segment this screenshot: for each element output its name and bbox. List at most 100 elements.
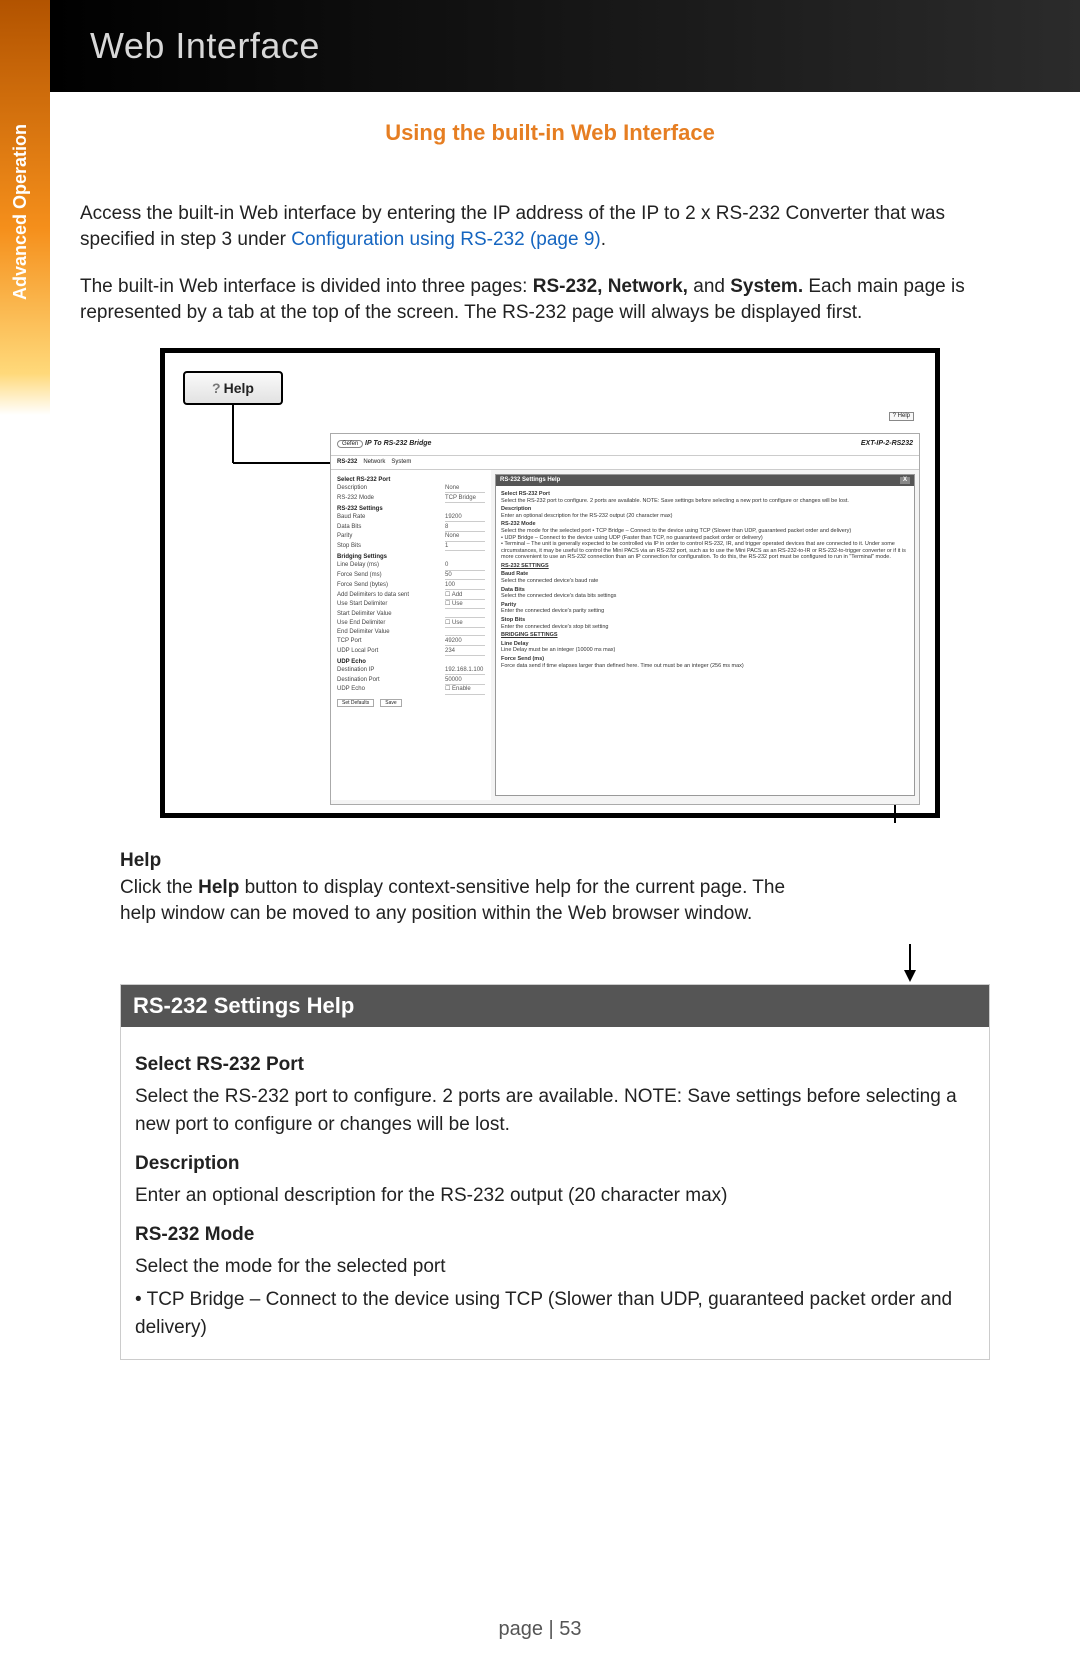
zoom-h1: Select RS-232 Port: [135, 1051, 975, 1079]
mh: Select RS-232 Port: [501, 491, 909, 498]
mini-help-body: Select RS-232 PortSelect the RS-232 port…: [496, 486, 914, 672]
hc-bold: Help: [198, 877, 239, 898]
mt: Enter an optional description for the RS…: [501, 513, 673, 519]
mini-model: EXT-IP-2-RS232: [861, 440, 913, 448]
zoom-p3: Select the mode for the selected port: [135, 1253, 975, 1281]
mh: Baud Rate: [501, 571, 909, 578]
intro2-mid: and: [688, 276, 730, 297]
mini-l: Force Send (bytes): [337, 582, 388, 590]
intro1b: .: [601, 229, 606, 250]
mini-v[interactable]: 100: [445, 582, 485, 590]
header-title: Web Interface: [90, 25, 320, 67]
mini-tab-network[interactable]: Network: [363, 459, 385, 466]
mini-v[interactable]: ☐ Add: [445, 592, 485, 600]
mini-l: Destination Port: [337, 677, 380, 685]
sidebar-label: Advanced Operation: [10, 124, 31, 300]
intro2a: The built-in Web interface is divided in…: [80, 276, 533, 297]
mini-l: End Delimiter Value: [337, 629, 390, 636]
mini-l: Parity: [337, 533, 352, 541]
mini-l: Baud Rate: [337, 514, 365, 522]
mini-tab-rs232[interactable]: RS-232: [337, 459, 357, 466]
mini-v[interactable]: 49200: [445, 638, 485, 646]
mt: Select the mode for the selected port: [501, 528, 591, 534]
mt: Enter the connected device's stop bit se…: [501, 624, 608, 630]
mt: • TCP Bridge – Connect to the device usi…: [592, 528, 851, 534]
help-caption-title: Help: [120, 848, 820, 874]
mini-l: Use Start Delimiter: [337, 601, 387, 609]
zoom-p4: • TCP Bridge – Connect to the device usi…: [135, 1286, 975, 1341]
intro2-bold2: System.: [730, 276, 803, 297]
mini-v[interactable]: 8: [445, 524, 485, 532]
mini-brand: Gefen: [337, 440, 363, 448]
down-arrow: [120, 944, 1060, 984]
help-button-label: Help: [224, 380, 254, 396]
mini-v[interactable]: [445, 611, 485, 618]
mini-v[interactable]: 0: [445, 562, 485, 570]
section-title: Using the built-in Web Interface: [80, 120, 1020, 146]
mini-tabs: RS-232 Network System ? Help: [331, 456, 919, 470]
mh: Description: [501, 506, 909, 513]
mh: RS-232 SETTINGS: [501, 563, 909, 570]
mini-l: Use End Delimiter: [337, 620, 385, 628]
mini-v[interactable]: 19200: [445, 514, 485, 522]
help-button-callout[interactable]: ?Help: [183, 371, 283, 405]
mini-l: Data Bits: [337, 524, 361, 532]
mini-sec: RS-232 Settings: [337, 506, 485, 513]
mini-sec: Bridging Settings: [337, 554, 485, 561]
mini-v[interactable]: 50000: [445, 677, 485, 685]
help-caption: Help Click the Help button to display co…: [120, 848, 820, 927]
mini-help-panel: RS-232 Settings Help X Select RS-232 Port…: [495, 474, 915, 796]
mini-l: Description: [337, 485, 367, 493]
zoom-title: RS-232 Settings Help: [121, 985, 989, 1027]
mini-l: Line Delay (ms): [337, 562, 379, 570]
intro2-bold: RS-232, Network,: [533, 276, 688, 297]
mini-help-title: RS-232 Settings Help: [500, 477, 560, 484]
intro-paragraph-1: Access the built-in Web interface by ent…: [80, 201, 1020, 252]
mt: Enter the connected device's parity sett…: [501, 608, 604, 614]
mh: Stop Bits: [501, 617, 909, 624]
mt: Force data send if time elapses larger t…: [501, 663, 744, 669]
config-link[interactable]: Configuration using RS-232 (page 9): [291, 229, 600, 250]
mini-ui: Gefen IP To RS-232 Bridge EXT-IP-2-RS232…: [330, 433, 920, 805]
mini-v[interactable]: ☐ Enable: [445, 686, 485, 694]
zoom-h3: RS-232 Mode: [135, 1221, 975, 1249]
mh: Line Delay: [501, 641, 909, 648]
zoom-h2: Description: [135, 1150, 975, 1178]
mini-v[interactable]: 192.168.1.100: [445, 667, 485, 675]
zoom-p2: Enter an optional description for the RS…: [135, 1182, 975, 1210]
header-band: Web Interface: [50, 0, 1080, 92]
mini-form: Select RS-232 Port DescriptionNone RS-23…: [331, 470, 491, 800]
mini-l: Destination IP: [337, 667, 374, 675]
mini-l: UDP Echo: [337, 686, 365, 694]
hc-a: Click the: [120, 877, 198, 898]
mini-help-close[interactable]: X: [900, 477, 910, 484]
mini-v[interactable]: 50: [445, 572, 485, 580]
mini-l: TCP Port: [337, 638, 362, 646]
mh: Data Bits: [501, 587, 909, 594]
mini-l: RS-232 Mode: [337, 495, 374, 503]
mini-set-defaults[interactable]: Set Defaults: [337, 699, 374, 707]
mt: • UDP Bridge – Connect to the device usi…: [501, 535, 763, 541]
mini-help-button[interactable]: ? Help: [889, 412, 914, 421]
mini-v[interactable]: 1: [445, 543, 485, 551]
mini-header: Gefen IP To RS-232 Bridge EXT-IP-2-RS232: [331, 434, 919, 456]
zoom-help-panel: RS-232 Settings Help Select RS-232 Port …: [120, 984, 990, 1360]
mini-save[interactable]: Save: [380, 699, 401, 707]
mt: Select the RS-232 port to configure. 2 p…: [501, 498, 849, 504]
mini-v[interactable]: ☐ Use: [445, 601, 485, 609]
mini-v[interactable]: None: [445, 485, 485, 493]
mini-v[interactable]: 234: [445, 648, 485, 656]
mh: Parity: [501, 602, 909, 609]
mt: Select the connected device's data bits …: [501, 593, 616, 599]
mh: BRIDGING SETTINGS: [501, 632, 909, 639]
mini-v[interactable]: TCP Bridge: [445, 495, 485, 503]
mini-v[interactable]: [445, 629, 485, 636]
zoom-p1: Select the RS-232 port to configure. 2 p…: [135, 1083, 975, 1138]
mt: Select the connected device's baud rate: [501, 578, 598, 584]
mini-v[interactable]: ☐ Use: [445, 620, 485, 628]
mini-v[interactable]: None: [445, 533, 485, 541]
page-number: page | 53: [0, 1618, 1080, 1641]
mini-tab-system[interactable]: System: [391, 459, 411, 466]
mh: RS-232 Mode: [501, 521, 909, 528]
mini-sec: UDP Echo: [337, 659, 485, 666]
